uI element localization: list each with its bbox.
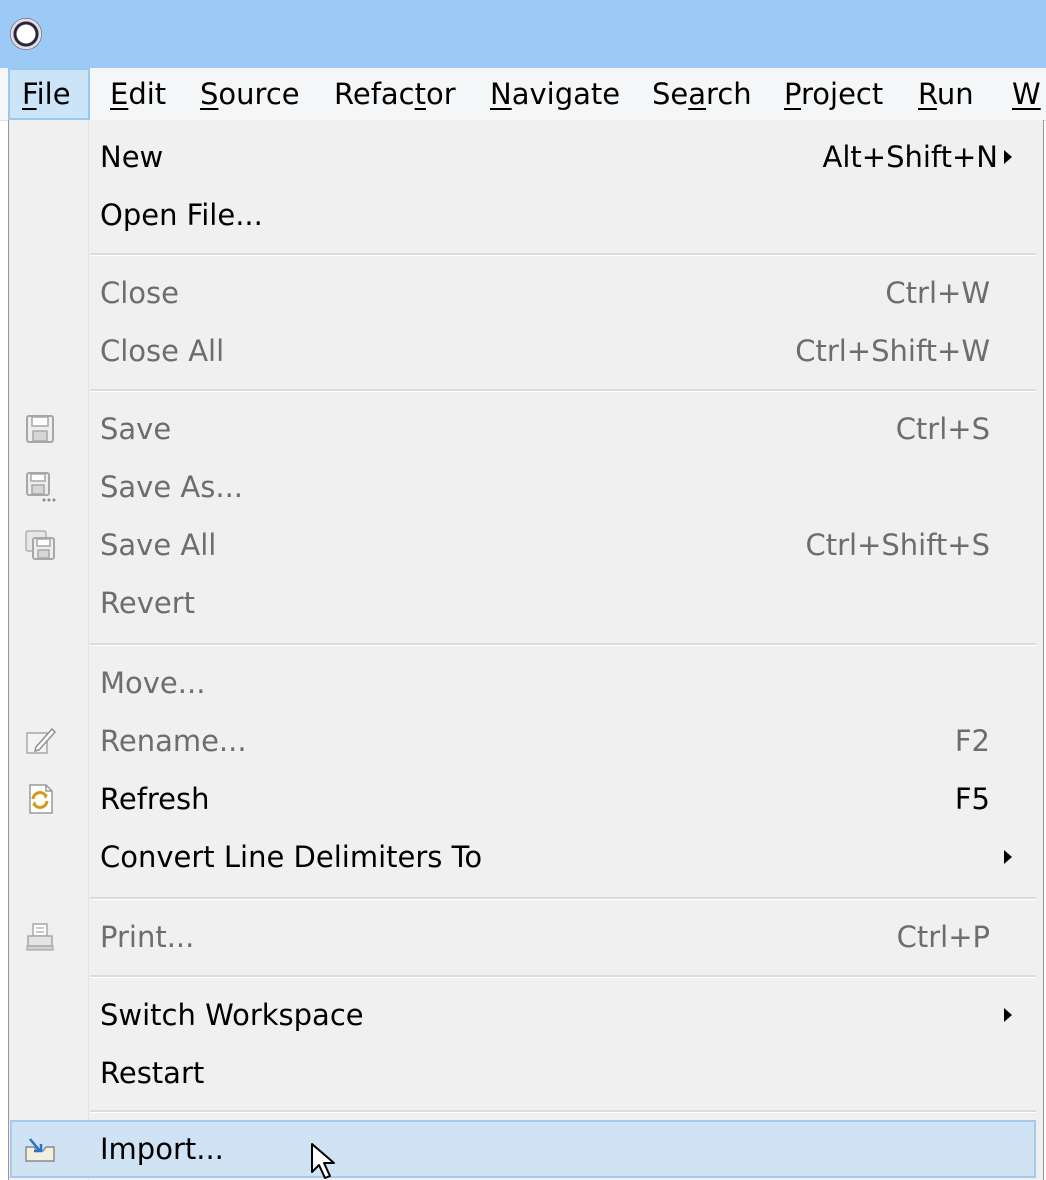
- menu-item-close-all[interactable]: Close All Ctrl+Shift+W: [10, 322, 1040, 380]
- menu-edit-mnemonic: E: [110, 77, 129, 111]
- menu-item-label: Print...: [100, 920, 195, 954]
- title-bar: [0, 0, 1046, 68]
- refresh-icon: [29, 784, 53, 814]
- menu-item-shortcut: Alt+Shift+N: [822, 140, 998, 174]
- menu-item-save-all[interactable]: Save All Ctrl+Shift+S: [10, 516, 1040, 574]
- menu-item-label: Revert: [100, 586, 195, 620]
- menu-item-open-file[interactable]: Open File...: [10, 186, 1040, 244]
- menu-item-label: New: [100, 140, 164, 174]
- menu-item-label: Rename...: [100, 724, 247, 758]
- menu-source-mnemonic: S: [200, 77, 219, 111]
- menu-navigate[interactable]: Navigate: [490, 68, 620, 120]
- menu-item-label: Refresh: [100, 782, 210, 816]
- menu-item-print[interactable]: Print... Ctrl+P: [10, 908, 1040, 966]
- menu-separator: [90, 975, 1036, 978]
- menu-search-prefix: Se: [652, 77, 689, 111]
- menu-navigate-mnemonic: N: [490, 77, 512, 111]
- menu-item-shortcut: Ctrl+P: [896, 920, 990, 954]
- menu-item-shortcut: Ctrl+S: [895, 412, 990, 446]
- menu-item-save-as[interactable]: Save As...: [10, 458, 1040, 516]
- menu-run[interactable]: Run: [918, 68, 974, 120]
- menu-item-revert[interactable]: Revert: [10, 574, 1040, 632]
- menu-project-mnemonic: P: [784, 77, 801, 111]
- import-icon: [25, 1138, 55, 1162]
- menu-item-label: Close All: [100, 334, 225, 368]
- menu-item-label: Save: [100, 412, 172, 446]
- menu-item-move[interactable]: Move...: [10, 654, 1040, 712]
- menu-item-label: Save As...: [100, 470, 244, 504]
- menu-item-label: Close: [100, 276, 179, 310]
- menu-project-rest: roject: [800, 77, 884, 111]
- menu-item-label: Restart: [100, 1056, 205, 1090]
- menu-item-shortcut: Ctrl+Shift+W: [795, 334, 990, 368]
- menu-item-new[interactable]: New Alt+Shift+N: [10, 128, 1040, 186]
- mouse-cursor-icon: [311, 1143, 335, 1179]
- menu-edit[interactable]: Edit: [110, 68, 166, 120]
- menu-navigate-rest: avigate: [511, 77, 621, 111]
- menu-source[interactable]: Source: [200, 68, 300, 120]
- menu-separator: [90, 897, 1036, 900]
- menu-item-label: Convert Line Delimiters To: [100, 840, 483, 874]
- menu-item-label: Import...: [100, 1132, 224, 1166]
- menu-edit-rest: dit: [128, 77, 167, 111]
- menu-file[interactable]: File: [8, 68, 90, 120]
- menu-refactor-mnemonic: t: [414, 77, 426, 111]
- menu-item-save[interactable]: Save Ctrl+S: [10, 400, 1040, 458]
- menu-search-mnemonic: a: [688, 77, 707, 111]
- menu-refactor[interactable]: Refactor: [334, 68, 456, 120]
- save-as-icon: [26, 472, 56, 502]
- menu-project[interactable]: Project: [784, 68, 883, 120]
- menu-item-switch-workspace[interactable]: Switch Workspace: [10, 986, 1040, 1044]
- menu-item-shortcut: F2: [954, 724, 990, 758]
- menu-item-refresh[interactable]: Refresh F5: [10, 770, 1040, 828]
- menu-item-convert-line-delimiters[interactable]: Convert Line Delimiters To: [10, 828, 1040, 886]
- rename-icon: [26, 727, 56, 754]
- submenu-arrow-icon: [1004, 850, 1012, 864]
- menu-item-label: Save All: [100, 528, 217, 562]
- menu-refactor-prefix: Refac: [334, 77, 415, 111]
- menu-item-restart[interactable]: Restart: [10, 1044, 1040, 1102]
- menu-item-close[interactable]: Close Ctrl+W: [10, 264, 1040, 322]
- menu-item-shortcut: Ctrl+Shift+S: [805, 528, 990, 562]
- menu-file-mnemonic: F: [22, 77, 37, 111]
- menu-item-import[interactable]: Import...: [10, 1120, 1036, 1178]
- menu-item-label: Open File...: [100, 198, 263, 232]
- menu-source-rest: ource: [218, 77, 300, 111]
- menu-item-rename[interactable]: Rename... F2: [10, 712, 1040, 770]
- menu-search[interactable]: Search: [652, 68, 752, 120]
- save-all-icon: [25, 530, 55, 560]
- menu-run-mnemonic: R: [918, 77, 937, 111]
- menu-window[interactable]: W: [1012, 68, 1041, 120]
- menu-separator: [90, 643, 1036, 646]
- menu-item-label: Switch Workspace: [100, 998, 364, 1032]
- submenu-arrow-icon: [1004, 1008, 1012, 1022]
- menu-search-rest: rch: [706, 77, 752, 111]
- eclipse-app-icon[interactable]: [10, 18, 42, 50]
- menu-separator: [90, 253, 1036, 256]
- submenu-arrow-icon: [1004, 150, 1012, 164]
- menu-separator: [90, 389, 1036, 392]
- save-icon: [26, 415, 54, 443]
- menu-window-mnemonic: W: [1012, 77, 1041, 111]
- menu-item-shortcut: Ctrl+W: [885, 276, 990, 310]
- menu-refactor-rest: or: [426, 77, 456, 111]
- menu-item-shortcut: F5: [954, 782, 990, 816]
- menu-file-rest: ile: [36, 77, 71, 111]
- printer-icon: [26, 923, 54, 951]
- menu-item-label: Move...: [100, 666, 206, 700]
- menu-separator: [90, 1110, 1036, 1113]
- menu-run-rest: un: [936, 77, 974, 111]
- menu-bar: File Edit Source Refactor Navigate Searc…: [0, 68, 1046, 121]
